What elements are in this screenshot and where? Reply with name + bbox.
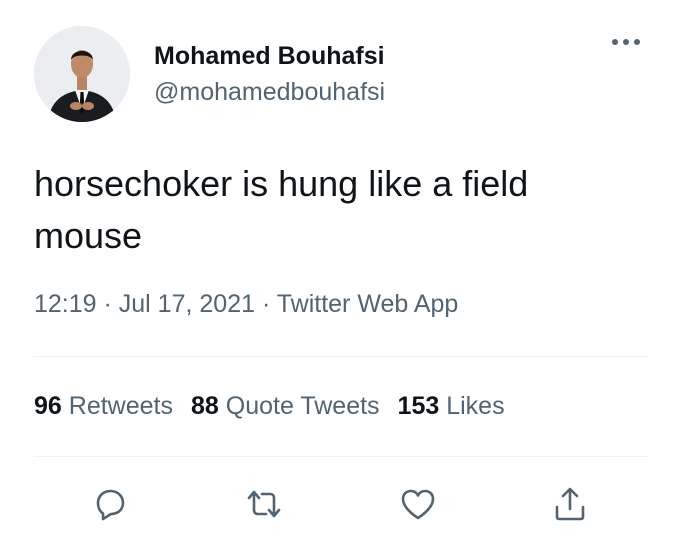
retweet-button[interactable]	[244, 484, 284, 524]
tweet-actions	[0, 484, 682, 528]
tweet-text: horsechoker is hung like a field mouse	[34, 163, 529, 256]
avatar-image	[34, 26, 130, 122]
retweet-icon	[247, 490, 281, 518]
retweets-stat[interactable]: 96 Retweets	[34, 392, 173, 421]
retweets-label: Retweets	[68, 392, 173, 420]
divider	[34, 456, 648, 457]
author-name[interactable]: Mohamed Bouhafsi	[154, 42, 385, 71]
share-button[interactable]	[550, 484, 590, 524]
share-icon	[555, 487, 585, 521]
likes-stat[interactable]: 153 Likes	[398, 392, 505, 421]
reply-button[interactable]	[90, 484, 130, 524]
more-options-button[interactable]	[606, 30, 646, 54]
retweets-count: 96	[34, 392, 62, 420]
like-button[interactable]	[398, 484, 438, 524]
more-options-icon	[612, 39, 640, 45]
tweet-meta[interactable]: 12:19 · Jul 17, 2021 · Twitter Web App	[34, 290, 458, 319]
avatar[interactable]	[34, 26, 130, 122]
quote-tweets-count: 88	[190, 392, 219, 420]
tweet-stats: 96 Retweets 88 Quote Tweets 153 Likes	[34, 392, 505, 421]
reply-icon	[96, 489, 125, 521]
author-handle[interactable]: @mohamedbouhafsi	[154, 78, 385, 107]
likes-label: Likes	[446, 392, 505, 420]
heart-icon	[401, 489, 435, 520]
quote-tweets-stat[interactable]: 88 Quote Tweets	[191, 392, 380, 421]
divider	[34, 356, 648, 357]
likes-count: 153	[397, 392, 440, 420]
quote-tweets-label: Quote Tweets	[225, 392, 380, 420]
